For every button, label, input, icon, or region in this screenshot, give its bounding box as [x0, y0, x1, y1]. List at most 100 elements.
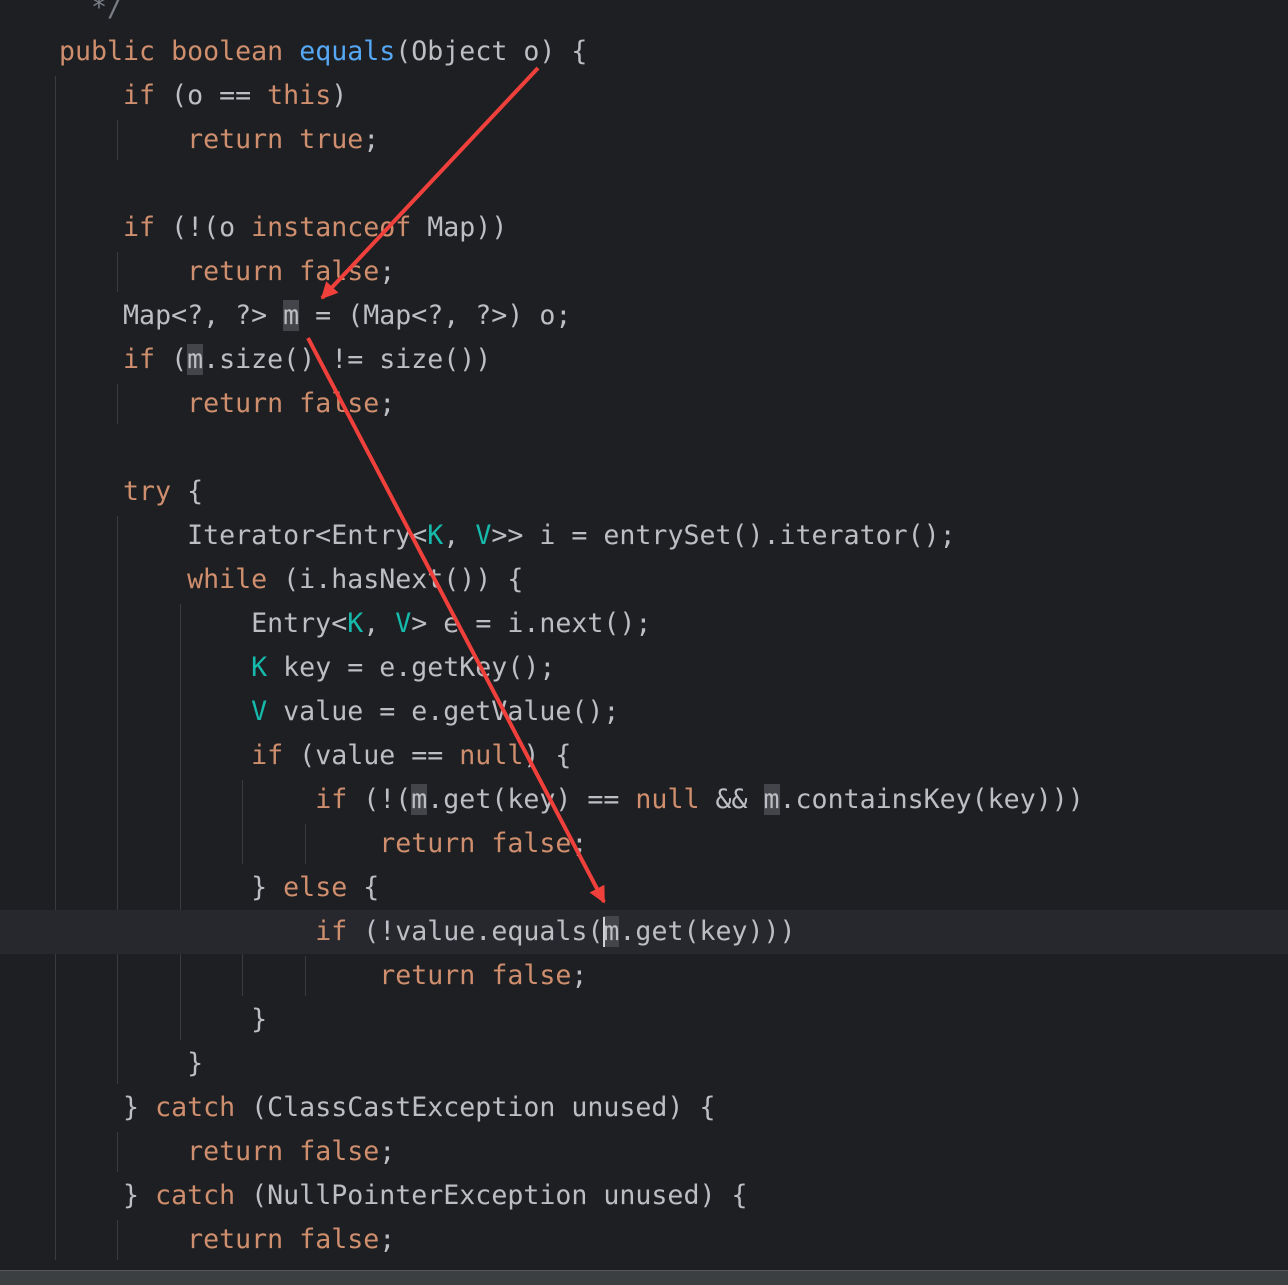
- keyword-token: return: [187, 256, 284, 287]
- keyword-token: if: [123, 344, 156, 375]
- method-name-token: equals: [299, 36, 396, 67]
- code-token: ;: [379, 1224, 396, 1255]
- code-token: (Object o) {: [395, 36, 588, 67]
- code-editor[interactable]: */ public boolean equals(Object o) { if (…: [0, 0, 1288, 1270]
- code-line[interactable]: } else {: [59, 866, 379, 910]
- type-parameter-token: V: [395, 608, 412, 639]
- type-parameter-token: V: [475, 520, 492, 551]
- keyword-token: if: [315, 916, 348, 947]
- code-token: ,: [443, 520, 476, 551]
- code-line[interactable]: Entry<K, V> e = i.next();: [59, 602, 651, 646]
- code-line[interactable]: if (m.size() != size()): [59, 338, 491, 382]
- code-line[interactable]: V value = e.getValue();: [59, 690, 619, 734]
- code-token: .size() != size()): [203, 344, 492, 375]
- code-line[interactable]: try {: [59, 470, 203, 514]
- code-token: (!value.equals(: [347, 916, 604, 947]
- keyword-token: return: [379, 960, 476, 991]
- code-token: .get(key) ==: [427, 784, 636, 815]
- code-token: value = e.getValue();: [267, 696, 620, 727]
- keyword-token: if: [315, 784, 348, 815]
- code-token: .containsKey(key))): [779, 784, 1084, 815]
- keyword-token: null: [635, 784, 700, 815]
- code-line[interactable]: return true;: [59, 118, 379, 162]
- code-line[interactable]: return false;: [59, 954, 587, 998]
- code-token: (value ==: [283, 740, 460, 771]
- comment-token: */: [91, 0, 124, 23]
- code-token: ;: [379, 1136, 396, 1167]
- code-token: (NullPointerException unused) {: [235, 1180, 748, 1211]
- code-line[interactable]: if (value == null) {: [59, 734, 571, 778]
- code-token: key = e.getKey();: [267, 652, 556, 683]
- code-token: (i.hasNext()) {: [267, 564, 524, 595]
- type-parameter-token: K: [347, 608, 364, 639]
- code-line[interactable]: Map<?, ?> m = (Map<?, ?>) o;: [59, 294, 571, 338]
- keyword-token: return: [187, 1136, 284, 1167]
- highlighted-variable-m: m: [411, 784, 428, 815]
- keyword-token: else: [283, 872, 348, 903]
- code-line[interactable]: if (!(o instanceof Map)): [59, 206, 507, 250]
- code-token: ,: [363, 608, 396, 639]
- keyword-token: null: [459, 740, 524, 771]
- keyword-token: catch: [155, 1180, 236, 1211]
- keyword-token: false: [299, 1136, 380, 1167]
- code-line[interactable]: } catch (ClassCastException unused) {: [59, 1086, 715, 1130]
- type-parameter-token: K: [427, 520, 444, 551]
- code-token: >> i = entrySet().iterator();: [491, 520, 956, 551]
- code-line[interactable]: return false;: [59, 1218, 395, 1262]
- code-line[interactable]: while (i.hasNext()) {: [59, 558, 523, 602]
- code-line[interactable]: }: [59, 998, 267, 1042]
- code-token: {: [171, 476, 204, 507]
- code-line[interactable]: */: [59, 0, 123, 30]
- code-line[interactable]: } catch (NullPointerException unused) {: [59, 1174, 748, 1218]
- keyword-token: while: [187, 564, 268, 595]
- code-token: &&: [699, 784, 764, 815]
- code-token: (!(: [347, 784, 412, 815]
- code-token: Entry<: [251, 608, 348, 639]
- keyword-token: if: [123, 80, 156, 111]
- highlighted-variable-m: m: [763, 784, 780, 815]
- indent-guide: [55, 76, 56, 1260]
- highlighted-variable-m: m: [603, 916, 620, 947]
- code-line[interactable]: return false;: [59, 382, 395, 426]
- keyword-token: false: [491, 960, 572, 991]
- code-line[interactable]: if (o == this): [59, 74, 347, 118]
- code-line[interactable]: if (!value.equals(m.get(key))): [59, 910, 796, 954]
- code-line[interactable]: return false;: [59, 1130, 395, 1174]
- keyword-token: this: [267, 80, 332, 111]
- status-bar: [0, 1270, 1288, 1285]
- code-line[interactable]: return false;: [59, 822, 587, 866]
- code-line[interactable]: }: [59, 1042, 203, 1086]
- code-line[interactable]: public boolean equals(Object o) {: [59, 30, 587, 74]
- code-token: Map<?, ?>: [123, 300, 284, 331]
- keyword-token: false: [299, 256, 380, 287]
- code-line[interactable]: K key = e.getKey();: [59, 646, 555, 690]
- keyword-token: false: [299, 388, 380, 419]
- code-line[interactable]: return false;: [59, 250, 395, 294]
- type-parameter-token: K: [251, 652, 268, 683]
- keyword-token: false: [299, 1224, 380, 1255]
- code-token: }: [251, 1004, 268, 1035]
- code-line[interactable]: if (!(m.get(key) == null && m.containsKe…: [59, 778, 1084, 822]
- code-line[interactable]: Iterator<Entry<K, V>> i = entrySet().ite…: [59, 514, 956, 558]
- keyword-token: return: [379, 828, 476, 859]
